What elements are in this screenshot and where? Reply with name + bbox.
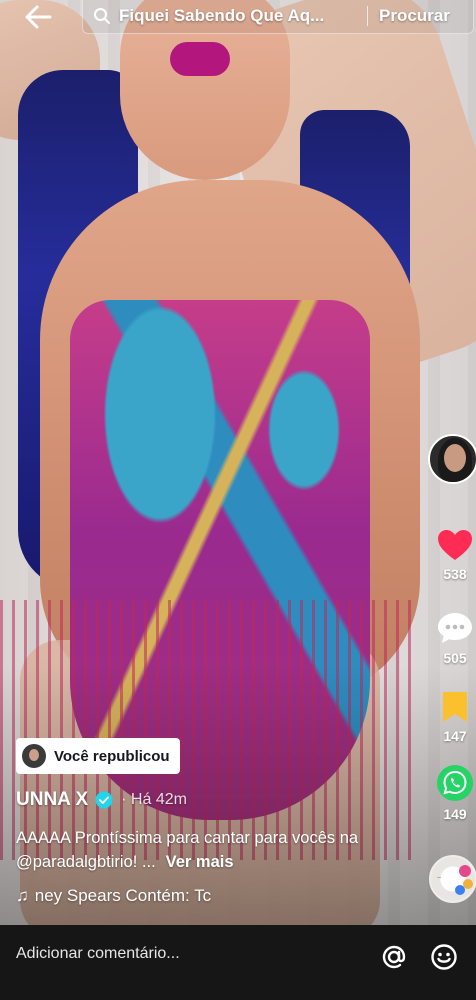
back-button[interactable]: [22, 3, 56, 31]
repost-badge[interactable]: Você republicou: [16, 738, 180, 774]
emoji-icon[interactable]: [430, 943, 458, 971]
search-icon: [94, 8, 110, 24]
arrow-left-icon: [25, 5, 52, 29]
search-box[interactable]: Fiquei Sabendo Que Aq... Procurar: [82, 0, 474, 34]
save-count: 147: [443, 728, 467, 744]
search-submit-button[interactable]: Procurar: [379, 6, 450, 26]
video-player[interactable]: [0, 0, 476, 925]
comment-count: 505: [443, 650, 467, 666]
music-note-icon: ♫: [16, 886, 29, 905]
creator-avatar[interactable]: [428, 434, 476, 484]
whatsapp-icon: [437, 765, 473, 801]
heart-icon: [438, 530, 472, 560]
disc-balloon: [459, 865, 471, 877]
comment-input[interactable]: Adicionar comentário...: [16, 945, 180, 963]
share-button[interactable]: 149: [424, 764, 476, 822]
post-timestamp: · Há 42m: [121, 791, 187, 808]
search-divider: [367, 6, 368, 26]
see-more-link[interactable]: Ver mais: [166, 853, 234, 871]
comment-bar: Adicionar comentário...: [0, 925, 476, 1000]
avatar-face: [444, 444, 466, 472]
search-input[interactable]: Fiquei Sabendo Que Aq...: [119, 6, 324, 26]
at-mention-icon[interactable]: [380, 943, 408, 971]
comment-icon: [438, 613, 472, 643]
author-row: UNNA X · Há 42m: [16, 789, 187, 811]
comment-button[interactable]: 505: [424, 610, 476, 666]
post-caption: AAAAA Prontíssima para cantar para vocês…: [16, 826, 366, 874]
bookmark-icon: [443, 692, 467, 722]
like-button[interactable]: 538: [424, 528, 476, 582]
disc-balloon: [455, 885, 465, 895]
verified-icon: [95, 791, 113, 809]
repost-avatar: [22, 744, 46, 768]
like-count: 538: [443, 566, 467, 582]
share-count: 149: [443, 806, 467, 822]
music-title: ney Spears Contém: Tc: [34, 886, 212, 905]
save-button[interactable]: 147: [424, 690, 476, 744]
music-row[interactable]: ♫ ney Spears Contém: Tc: [16, 884, 416, 908]
repost-label: Você republicou: [54, 747, 170, 765]
sound-disc[interactable]: ~: [429, 855, 476, 903]
author-username[interactable]: UNNA X: [16, 789, 88, 811]
video-lips: [170, 42, 230, 76]
top-bar: Fiquei Sabendo Que Aq... Procurar: [0, 0, 476, 36]
disc-art: ~: [437, 875, 442, 882]
